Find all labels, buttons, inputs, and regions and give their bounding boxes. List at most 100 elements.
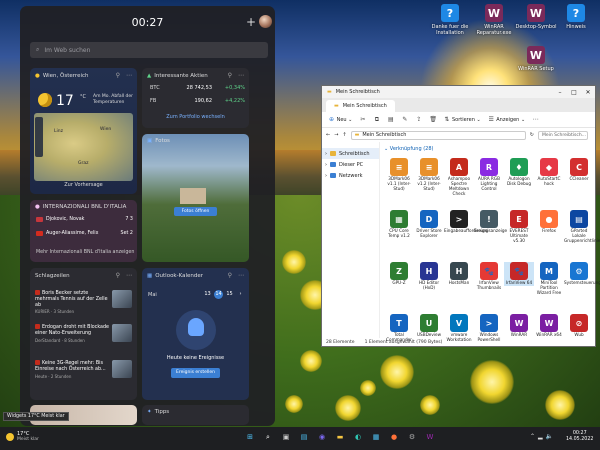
calendar-day[interactable]: 15: [225, 290, 234, 299]
file-item[interactable]: D Driver Store Explorer: [414, 210, 444, 239]
calendar-day[interactable]: 13: [203, 290, 212, 299]
file-item[interactable]: W WinRAR x64: [534, 314, 564, 338]
news-item[interactable]: Erdogan droht mit Blockade einer Nato-Er…: [35, 324, 132, 343]
stock-row[interactable]: FB 190,62 +4,22%: [150, 98, 245, 104]
close-icon[interactable]: ✕: [581, 89, 595, 96]
minimize-icon[interactable]: –: [553, 89, 567, 96]
file-item[interactable]: > Eingabeaufforderung: [444, 210, 488, 234]
more-options-icon[interactable]: ⋯: [126, 272, 132, 279]
create-event-button[interactable]: Ereignis erstellen: [171, 368, 220, 378]
file-item[interactable]: R AURA RGB Lighting Control: [474, 158, 504, 192]
desktop-icon[interactable]: ? Hinweis: [552, 4, 600, 30]
file-item[interactable]: 🐾 IrfanView Thumbnails: [474, 262, 504, 291]
file-item[interactable]: ▦ CPU Core Temp v1.2: [384, 210, 414, 239]
taskbar-weather[interactable]: 17°C Meist klar: [6, 431, 39, 443]
file-item[interactable]: ♦ Autologon Disk Debug: [504, 158, 534, 187]
stock-row[interactable]: BTC 28 742,53 +0,34%: [150, 85, 245, 91]
file-item[interactable]: E EVEREST Ultimate v5.30: [504, 210, 534, 244]
task-view-icon[interactable]: ▣: [280, 431, 292, 443]
portfolio-link[interactable]: Zum Portfolio wechseln: [142, 114, 249, 120]
file-item[interactable]: U USBDeview: [414, 314, 444, 338]
map-toolbar[interactable]: [35, 117, 43, 157]
sports-more-link[interactable]: Mehr Internazionali BNL d'Italia anzeige…: [36, 250, 134, 255]
weather-map[interactable]: Wien Graz Linz: [34, 113, 133, 181]
maximize-icon[interactable]: □: [567, 89, 581, 96]
more-options-icon[interactable]: ⋯: [126, 72, 132, 79]
address-bar[interactable]: ▬ Mein Schreibtisch: [350, 130, 526, 140]
file-item[interactable]: ! Ereignisanzeige: [474, 210, 507, 234]
file-item[interactable]: Z GPU-Z: [384, 262, 414, 286]
file-item[interactable]: ≡ 3DMark06 v1.1 (Inter-Stud): [384, 158, 414, 192]
refresh-icon[interactable]: ↻: [530, 132, 534, 138]
avatar[interactable]: [259, 15, 272, 28]
explorer-search-input[interactable]: Mein Schreibtisch...: [538, 130, 588, 140]
group-header[interactable]: ⌄ Verknüpfung (28): [384, 146, 433, 152]
file-item[interactable]: C CCleaner: [564, 158, 594, 182]
more-options-icon[interactable]: ⋯: [238, 72, 244, 79]
file-item[interactable]: ● Firefox: [534, 210, 564, 234]
sort-button[interactable]: ⇅ Sortieren ⌄: [443, 116, 480, 123]
back-icon[interactable]: ←: [326, 132, 330, 138]
share-icon[interactable]: ⇪: [415, 116, 422, 123]
calendar-widget[interactable]: ▦ Outlook-Kalender ⚲ ⋯ Mai 13 14 15 › He…: [142, 268, 249, 400]
network-icon[interactable]: ▂: [538, 433, 543, 440]
widgets-icon[interactable]: ▤: [298, 431, 310, 443]
weather-widget[interactable]: ● Wien, Österreich ⚲ ⋯ 17 °C Am Mo. Abfa…: [30, 68, 137, 194]
view-button[interactable]: ☰ Anzeigen ⌄: [488, 116, 525, 123]
desktop-icon[interactable]: ? Danke fuer die Installation: [426, 4, 474, 36]
search-icon[interactable]: ⌕: [262, 431, 274, 443]
taskbar-clock[interactable]: 00:27 14.05.2022: [566, 431, 593, 443]
chat-icon[interactable]: ◉: [316, 431, 328, 443]
file-item[interactable]: ≡ 3DMark06 v1.2 (Inter-Stud): [414, 158, 444, 192]
file-item[interactable]: ⊘ Wub: [564, 314, 594, 338]
cut-icon[interactable]: ✂: [359, 116, 366, 123]
file-item[interactable]: A Ashampoo Spectre Meltdown Check: [444, 158, 474, 197]
more-options-icon[interactable]: ⋯: [532, 116, 539, 123]
system-tray[interactable]: ⌃ ▂ 🔈: [530, 433, 553, 440]
match-row[interactable]: Auger-Aliassime, Felix Set 2: [36, 231, 133, 236]
forward-icon[interactable]: →: [334, 132, 338, 138]
store-icon[interactable]: ▦: [370, 431, 382, 443]
news-item[interactable]: Boris Becker setzte mehrmals Tennis auf …: [35, 290, 132, 315]
explorer-tab[interactable]: ▬ Mein Schreibtisch: [326, 100, 395, 112]
nav-item-this-pc[interactable]: › Dieser PC: [322, 159, 379, 170]
news-widget[interactable]: Schlagzeilen ⚲ ⋯ Boris Becker setzte meh…: [30, 268, 137, 400]
delete-icon[interactable]: 🗑: [429, 116, 437, 123]
explorer-icon[interactable]: ▬: [334, 431, 346, 443]
pin-icon[interactable]: ⚲: [228, 272, 232, 279]
add-widget-icon[interactable]: +: [244, 15, 258, 29]
file-item[interactable]: ◆ AutoStartC hock: [534, 158, 564, 187]
paste-icon[interactable]: ▤: [387, 116, 394, 123]
file-item[interactable]: 🐾 IrfanView 64: [504, 262, 534, 286]
forecast-link[interactable]: Zur Vorhersage: [30, 182, 137, 188]
pin-icon[interactable]: ⚲: [116, 72, 120, 79]
stocks-widget[interactable]: ▲ Interessante Aktien ⚲ ⋯ BTC 28 742,53 …: [142, 68, 249, 128]
chevron-right-icon[interactable]: ›: [236, 290, 245, 299]
new-button[interactable]: ⊕ Neu ⌄: [328, 116, 352, 123]
desktop-icon[interactable]: W WinRAR Setup: [512, 46, 560, 72]
file-item[interactable]: ⚙ Systemsteuerung: [564, 262, 600, 286]
search-input[interactable]: ⌕ Im Web suchen: [30, 42, 268, 58]
firefox-icon[interactable]: ●: [388, 431, 400, 443]
copy-icon[interactable]: ⧉: [373, 116, 380, 123]
file-item[interactable]: H HostsMan: [444, 262, 474, 286]
winrar-icon[interactable]: W: [424, 431, 436, 443]
file-item[interactable]: ▤ GParted Lokale Gruppenrichtlinien: [564, 210, 600, 244]
file-item[interactable]: H HD Editor (HxD): [414, 262, 444, 291]
desktop-icon[interactable]: W WinRAR Reparatur.exe: [470, 4, 518, 36]
file-item[interactable]: M MiniTool Partition Wizard Free: [534, 262, 564, 296]
volume-icon[interactable]: 🔈: [546, 433, 553, 440]
pin-icon[interactable]: ⚲: [228, 72, 232, 79]
pin-icon[interactable]: ⚲: [116, 272, 120, 279]
file-item[interactable]: W WinRAR: [504, 314, 534, 338]
news-item[interactable]: Keine 3G-Regel mehr: Bis Einreise nach Ö…: [35, 360, 132, 379]
rename-icon[interactable]: ✎: [401, 116, 408, 123]
calendar-day-selected[interactable]: 14: [214, 290, 223, 299]
nav-item-network[interactable]: › Netzwerk: [322, 170, 379, 181]
explorer-title-bar[interactable]: ▬ Mein Schreibtisch – □ ✕: [322, 86, 595, 98]
match-row[interactable]: Djokovic, Novak 7 3: [36, 217, 133, 222]
nav-item-schreibtisch[interactable]: › Schreibtisch: [322, 148, 379, 159]
chevron-up-icon[interactable]: ⌃: [530, 433, 535, 440]
up-icon[interactable]: ↑: [342, 132, 346, 138]
sports-widget[interactable]: ● INTERNAZIONALI BNL D'ITALIA Djokovic, …: [30, 200, 137, 262]
